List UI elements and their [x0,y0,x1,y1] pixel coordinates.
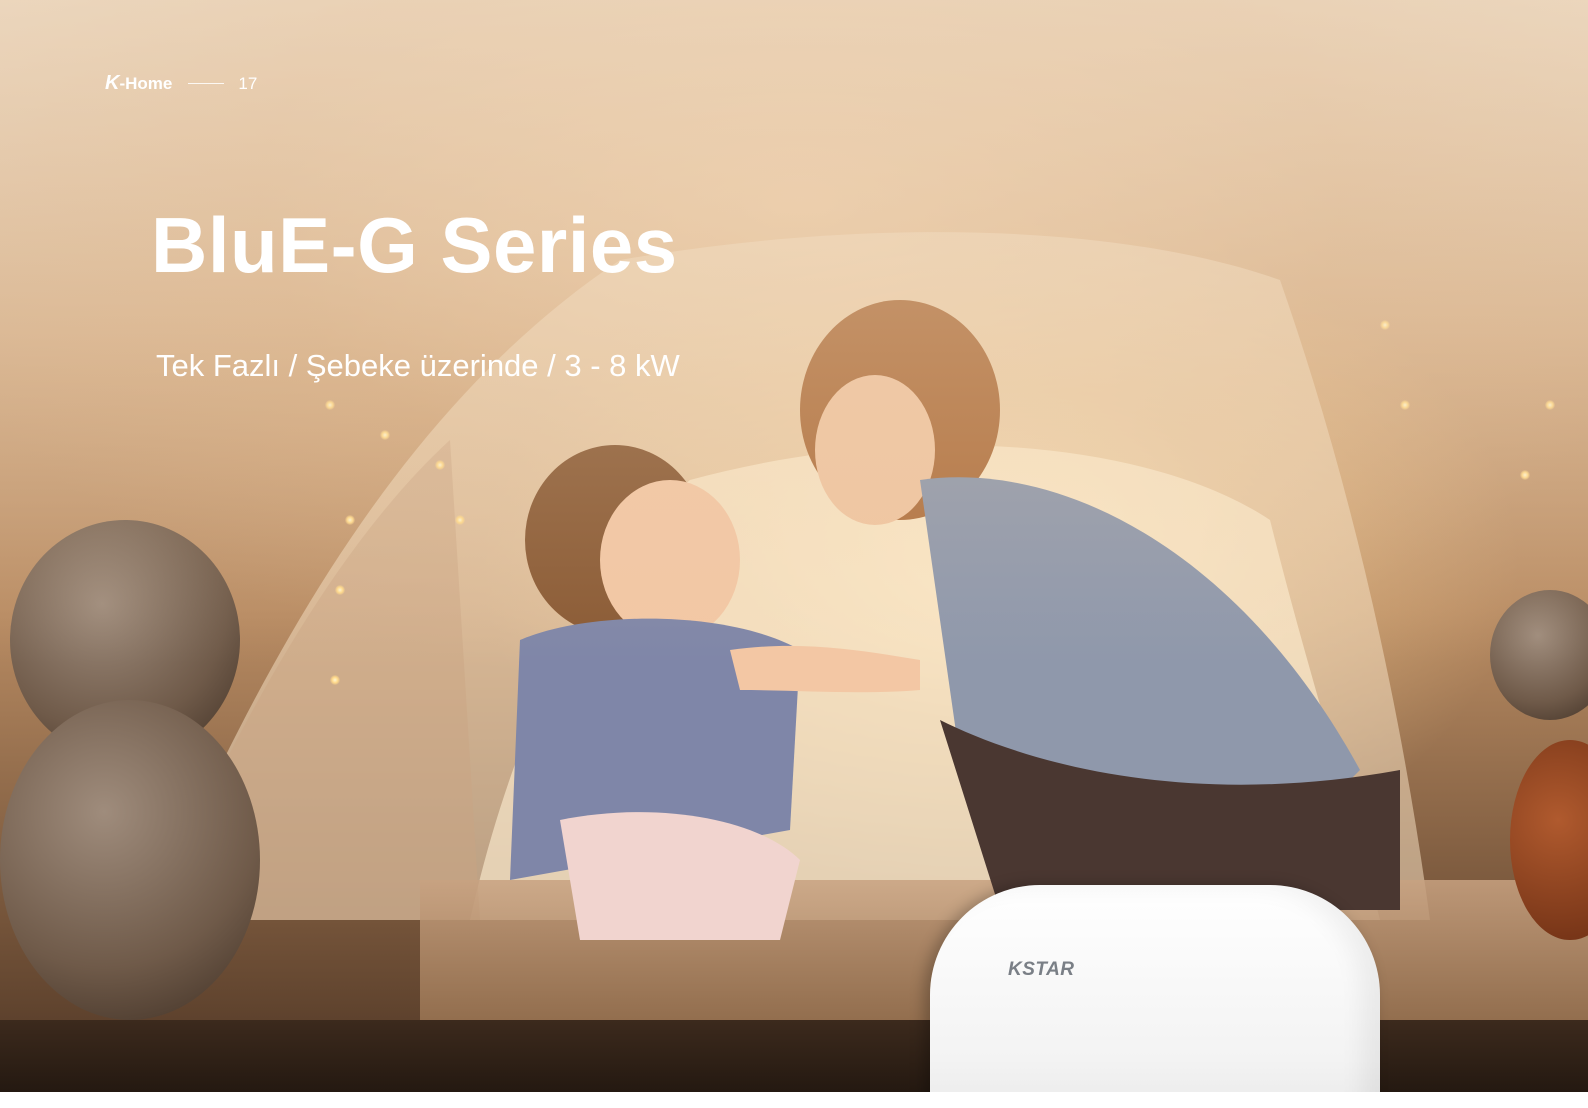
fairy-light [330,675,340,685]
header-divider [188,83,225,84]
brand-logo: K -Home [105,72,172,95]
fairy-light [1400,400,1410,410]
teddy-bear-left-body [0,700,260,1020]
fairy-light [325,400,335,410]
fairy-light [345,515,355,525]
page-header: K -Home 17 [105,72,257,95]
fairy-light [455,515,465,525]
teddy-bear-right [1490,590,1588,720]
brand-suffix: -Home [119,74,173,93]
fairy-light [1520,470,1530,480]
fairy-light [335,585,345,595]
child-figure [510,445,920,940]
device-logo: KSTAR [1008,959,1075,980]
fairy-light [380,430,390,440]
page-subtitle: Tek Fazlı / Şebeke üzerinde / 3 - 8 kW [156,348,680,383]
brochure-page: K -Home 17 BluE-G Series Tek Fazlı / Şeb… [0,0,1588,1108]
bottom-margin [0,1092,1588,1108]
inverter-product-image: KSTAR [930,885,1380,1108]
page-number: 17 [238,73,258,93]
fairy-light [1380,320,1390,330]
fairy-light [1545,400,1555,410]
fairy-light [435,460,445,470]
brand-mark: K [105,72,120,94]
page-title: BluE-G Series [151,201,678,289]
